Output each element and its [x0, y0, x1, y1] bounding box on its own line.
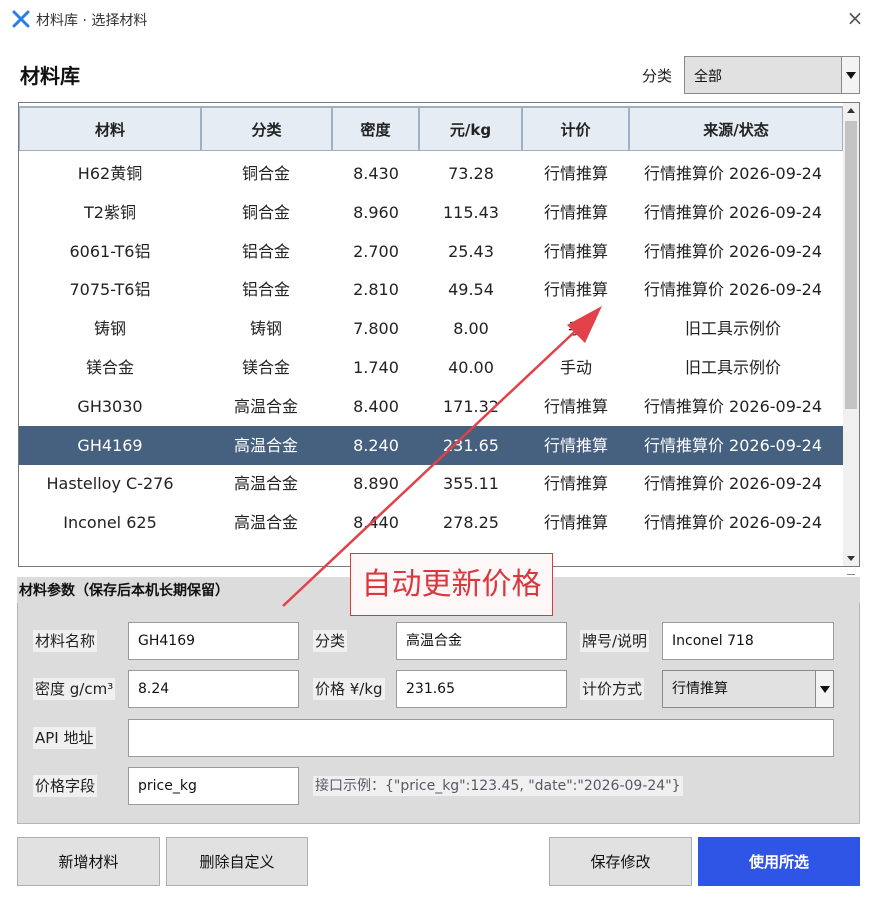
api-input[interactable] [128, 719, 834, 757]
add-material-button[interactable]: 新增材料 [17, 837, 160, 886]
cell-material: Hastelloy C-276 [46, 474, 174, 494]
api-example-hint: 接口示例：{"price_kg":123.45, "date":"2026-09… [313, 776, 683, 796]
table-row[interactable]: 7075-T6铝 铝合金 2.810 49.54 行情推算 行情推算价 2026-09-2… [19, 270, 843, 309]
category-label: 分类 [313, 630, 348, 652]
scroll-up-button[interactable] [843, 103, 859, 119]
price-input[interactable]: 231.65 [396, 670, 567, 708]
header-col-pricing[interactable]: 计价 [522, 106, 629, 151]
window-title: 材料库 · 选择材料 [36, 13, 148, 29]
pricing-method-label: 计价方式 [580, 678, 645, 700]
delete-custom-button[interactable]: 删除自定义 [166, 837, 308, 886]
use-selected-button[interactable]: 使用所选 [698, 837, 860, 886]
app-logo-icon [12, 10, 30, 28]
scroll-thumb[interactable] [845, 121, 857, 409]
grade-input[interactable]: Inconel 718 [662, 622, 834, 660]
save-changes-button[interactable]: 保存修改 [549, 837, 692, 886]
page-title: 材料库 [20, 64, 80, 88]
cell-material: 镁合金 [85, 358, 134, 377]
name-label: 材料名称 [33, 630, 98, 652]
price-label: 价格 ¥/kg [313, 678, 385, 700]
arrow-up-icon [847, 108, 855, 113]
cell-source: 行情推算价 2026-09-24 [643, 202, 823, 222]
cell-material: GH4169 [77, 435, 143, 455]
scroll-down-button[interactable] [843, 550, 859, 566]
vertical-scrollbar[interactable] [843, 102, 860, 586]
name-input[interactable]: GH4169 [128, 622, 299, 660]
cell-material: Inconel 625 [63, 513, 157, 533]
table-row[interactable]: 6061-T6铝 铝合金 2.700 25.43 行情推算 行情推算价 2026-09-2… [19, 232, 843, 271]
chevron-down-icon [846, 72, 856, 79]
cell-category: 铜合金 [241, 202, 290, 222]
table-row[interactable]: 铸钢 铸钢 7.800 8.00 手旧工具示例价 [19, 309, 843, 348]
table-row[interactable]: Inconel 625 高温合金 8.440 278.25 行情推算 行情推算价 2026… [19, 503, 843, 542]
cell-category: 镁合金 [241, 358, 290, 377]
cell-material: GH3030 [77, 396, 143, 416]
cell-source: 行情推算价 2026-09-24 [643, 435, 823, 455]
title-bar: 材料库 · 选择材料 × [0, 0, 876, 38]
cell-source: 行情推算价 2026-09-24 [643, 396, 823, 416]
density-label: 密度 g/cm³ [33, 678, 116, 700]
cell-category: 铸钢 [249, 319, 282, 339]
cell-category: 高温合金 [233, 435, 298, 455]
pricing-method-value: 行情推算 [672, 681, 728, 697]
cell-source: 行情推算价 2026-09-24 [643, 280, 823, 300]
pricing-method-select[interactable]: 行情推算 [662, 670, 834, 708]
header-col-material[interactable]: 材料 [19, 106, 201, 151]
category-input[interactable]: 高温合金 [396, 622, 567, 660]
cell-material: 7075-T6铝 [69, 280, 151, 300]
price-field-label: 价格字段 [33, 775, 98, 797]
category-filter-label: 分类 [642, 67, 673, 85]
params-group: 材料名称 GH4169 分类 高温合金 牌号/说明 Inconel 718 密度… [17, 603, 860, 824]
category-filter-value: 全部 [694, 69, 722, 85]
price-field-input[interactable]: price_kg [128, 767, 299, 805]
cell-category: 高温合金 [233, 474, 298, 494]
cell-category: 铜合金 [241, 164, 290, 183]
header-col-source[interactable]: 来源/状态 [629, 106, 843, 151]
arrow-down-icon [847, 556, 855, 561]
cell-source: 旧工具示例价 [684, 319, 781, 339]
cell-material: H62黄铜 [77, 164, 143, 183]
annotation-label: 自动更新价格 [350, 553, 553, 616]
cell-category: 铝合金 [241, 280, 290, 300]
cell-material: T2紫铜 [84, 202, 136, 222]
chevron-down-icon [820, 686, 830, 693]
close-icon[interactable]: × [846, 8, 864, 28]
header-col-price[interactable]: 元/kg [419, 106, 522, 151]
header-col-category[interactable]: 分类 [201, 106, 332, 151]
table-row[interactable]: 镁合金 镁合金 1.740 40.00 手动 旧工具示例价 [19, 348, 843, 387]
cell-source: 行情推算价 2026-09-24 [643, 513, 823, 533]
grade-label: 牌号/说明 [580, 630, 650, 652]
cell-source: 行情推算价 2026-09-24 [643, 241, 823, 261]
materials-table: 材料 分类 密度 元/kg 计价 来源/状态 H62黄铜 铜合金 8.430 73.28 行情推算… [18, 102, 860, 567]
api-label: API 地址 [33, 727, 96, 749]
cell-source: 旧工具示例价 [684, 358, 781, 377]
cell-source: 行情推算价 2026-09-24 [643, 474, 823, 494]
density-input[interactable]: 8.24 [128, 670, 299, 708]
cell-material: 6061-T6铝 [69, 241, 151, 261]
table-row[interactable]: GH4169 高温合金 8.240 231.65 行情推算 行情推算价 2026-09-2… [19, 425, 843, 465]
dropdown-button[interactable] [841, 57, 859, 93]
table-row[interactable]: H62黄铜 铜合金 8.430 73.28 行情推算 行情推算价 2026-09-24 [19, 154, 843, 193]
category-filter-select[interactable]: 全部 [684, 56, 860, 94]
cell-material: 铸钢 [93, 319, 126, 339]
cell-source: 行情推算价 2026-09-24 [643, 164, 823, 183]
table-row[interactable]: GH3030 高温合金 8.400 171.32 行情推算 行情推算价 2026-09-2… [19, 387, 843, 426]
cell-category: 高温合金 [233, 513, 298, 533]
table-row[interactable]: T2紫铜 铜合金 8.960 115.43 行情推算 行情推算价 2026-09-24 [19, 193, 843, 232]
cell-category: 铝合金 [241, 241, 290, 261]
cell-category: 高温合金 [233, 396, 298, 416]
table-header: 材料 分类 密度 元/kg 计价 来源/状态 [19, 103, 843, 151]
dropdown-button[interactable] [815, 671, 833, 707]
header-col-density[interactable]: 密度 [332, 106, 419, 151]
params-group-title: 材料参数（保存后本机长期保留） [19, 583, 229, 599]
table-row[interactable]: Hastelloy C-276 高温合金 8.890 355.11 行情推算 行情推算价 … [19, 464, 843, 503]
